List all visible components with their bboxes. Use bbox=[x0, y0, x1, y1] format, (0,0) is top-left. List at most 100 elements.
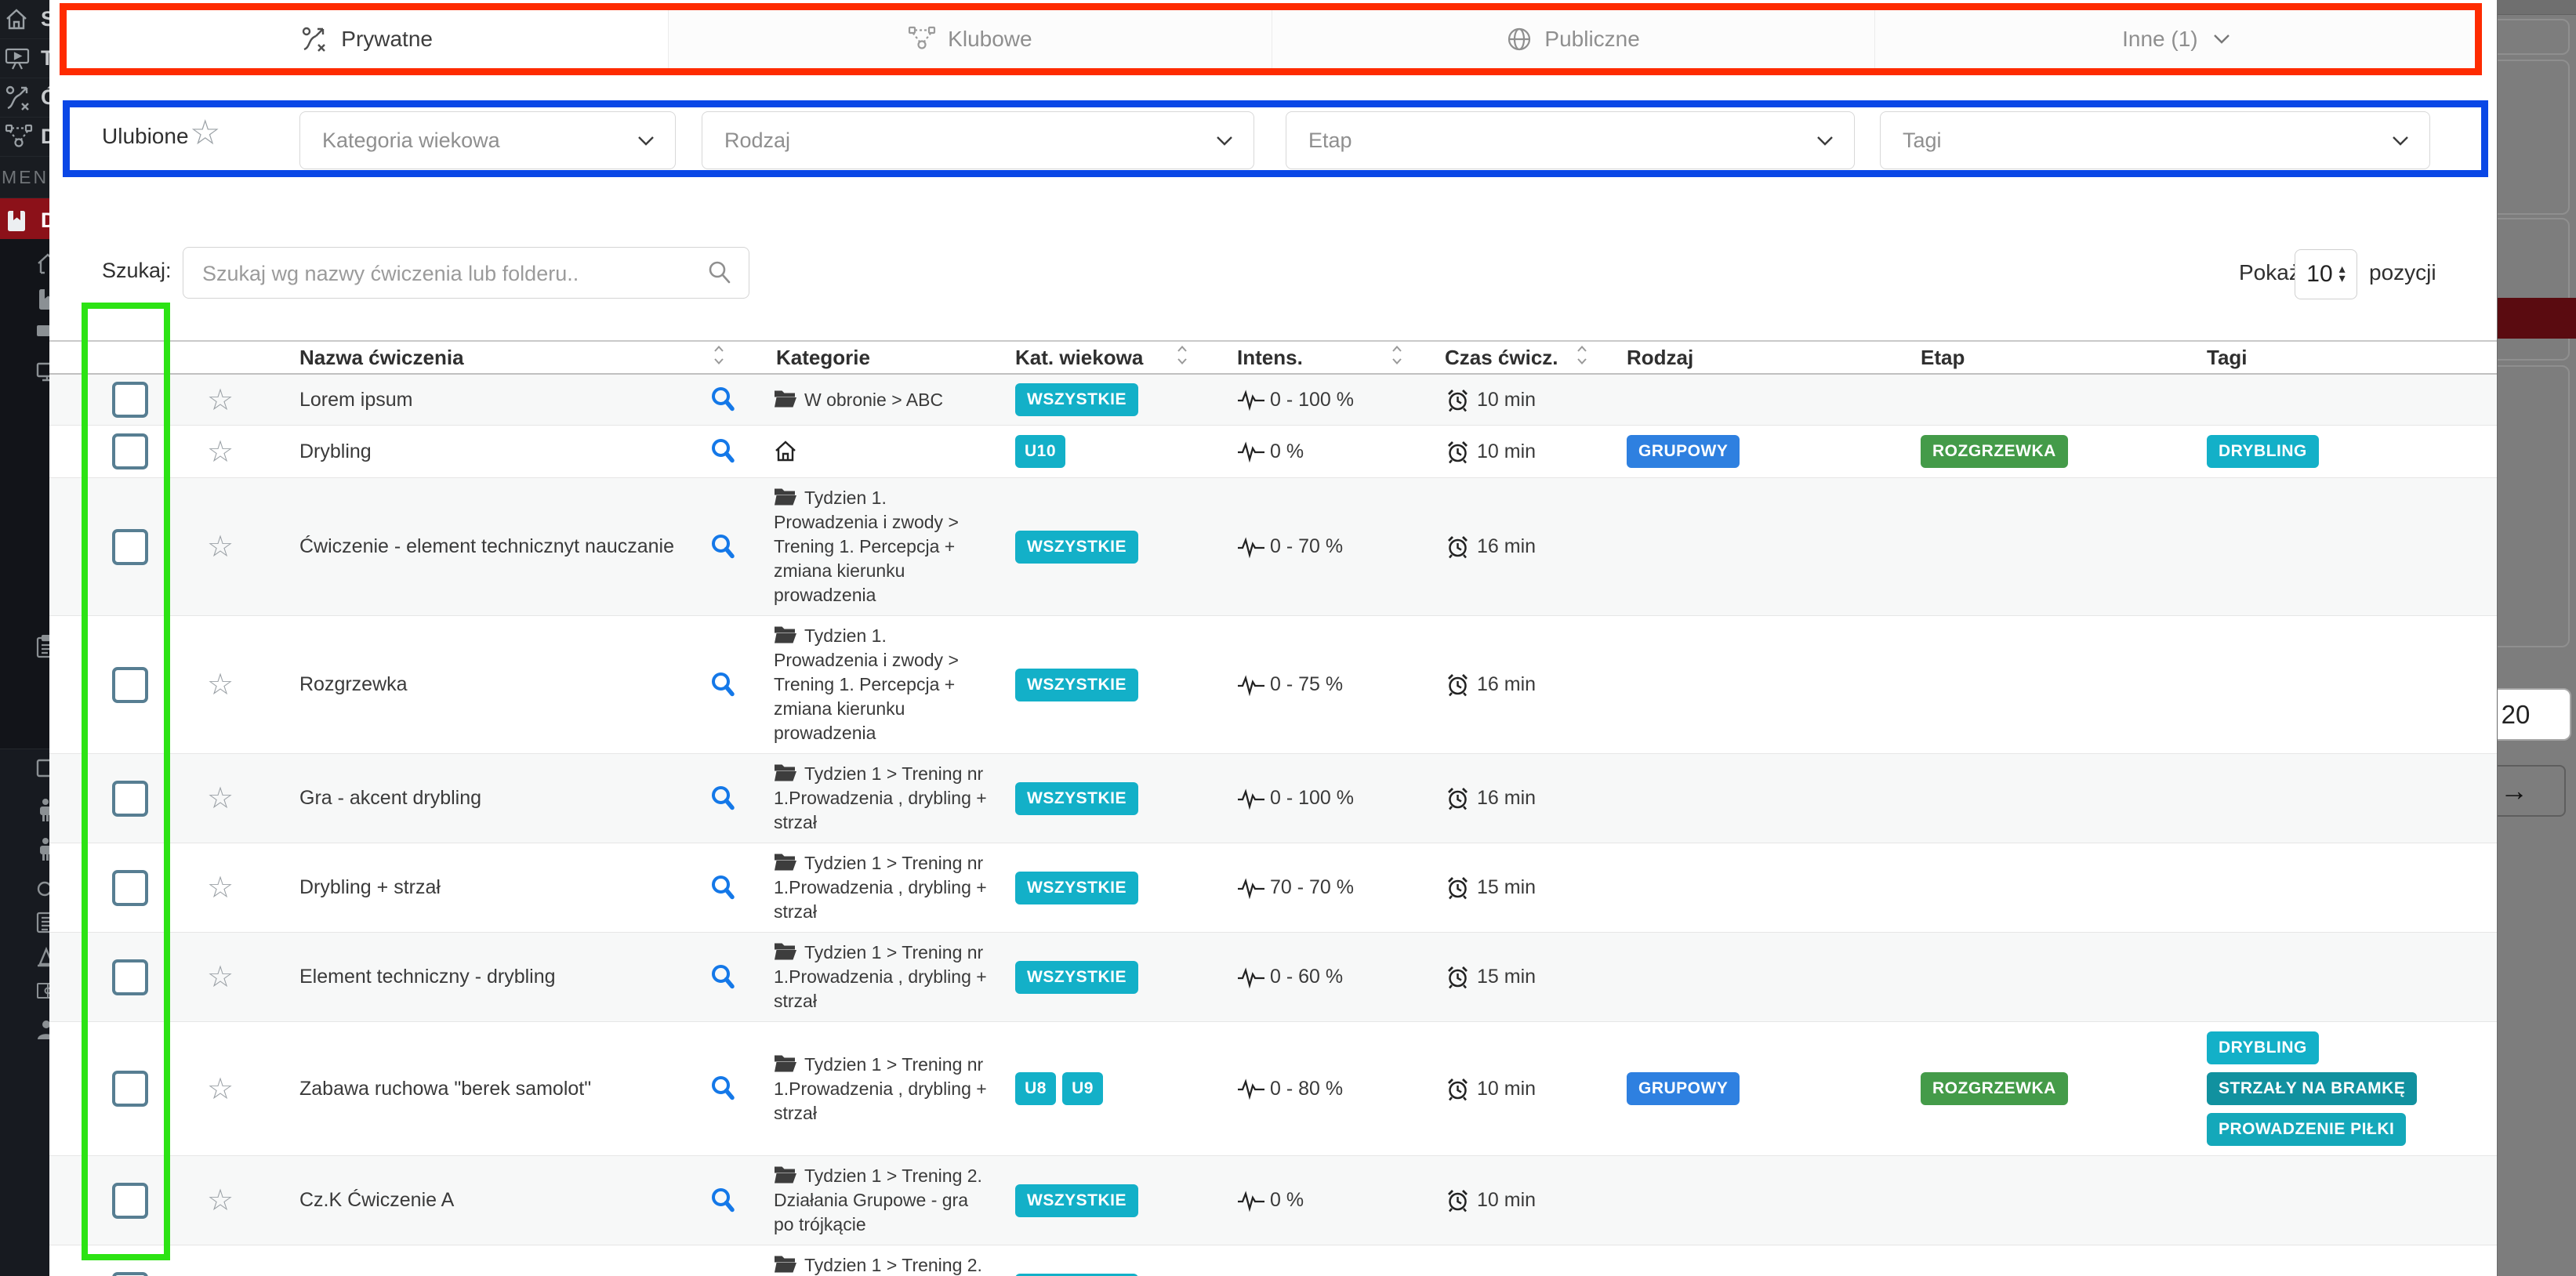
zoom-preview-icon[interactable] bbox=[709, 671, 738, 699]
favorite-star-icon[interactable]: ☆ bbox=[207, 1183, 234, 1218]
sort-icon[interactable] bbox=[713, 344, 725, 372]
sidebar-item-active[interactable]: D bbox=[0, 198, 49, 243]
preview-cell bbox=[690, 1187, 756, 1215]
underlay-panel bbox=[2497, 365, 2570, 647]
intensity-value: 0 - 75 % bbox=[1270, 673, 1343, 696]
whiteboard-icon[interactable] bbox=[36, 759, 49, 778]
sidebar-item-start[interactable]: S bbox=[0, 0, 49, 39]
category-path: W obronie > ABC bbox=[804, 390, 943, 410]
sidebar-item-trainings[interactable]: T bbox=[0, 39, 49, 78]
cone-icon[interactable] bbox=[36, 947, 49, 967]
type-select[interactable]: Rodzaj bbox=[702, 111, 1254, 169]
favorite-star-icon[interactable]: ☆ bbox=[207, 959, 234, 995]
intensity-value: 0 - 100 % bbox=[1270, 787, 1354, 810]
favorite-star-icon[interactable]: ☆ bbox=[207, 529, 234, 564]
table-header: Nazwa ćwiczenia Kategorie Kat. wiekowa I… bbox=[49, 340, 2498, 375]
favorite-star-icon[interactable]: ☆ bbox=[207, 667, 234, 702]
person-icon[interactable] bbox=[36, 837, 49, 861]
zoom-preview-icon[interactable] bbox=[709, 963, 738, 991]
preview-cell bbox=[690, 437, 756, 466]
tab-klubowe[interactable]: Klubowe bbox=[668, 8, 1271, 72]
underlay-next-button[interactable]: → bbox=[2497, 765, 2566, 817]
star-cell: ☆ bbox=[174, 1183, 263, 1218]
time-cell: 16 min bbox=[1419, 534, 1607, 560]
sidebar-item-label: Ć bbox=[41, 85, 49, 110]
row-checkbox[interactable] bbox=[112, 433, 148, 469]
sidebar-item-exercises[interactable]: Ć bbox=[0, 78, 49, 118]
badge-wszystkie: WSZYSTKIE bbox=[1015, 383, 1138, 416]
exercise-table: Nazwa ćwiczenia Kategorie Kat. wiekowa I… bbox=[49, 340, 2498, 1276]
badge-drybling: DRYBLING bbox=[2207, 1031, 2319, 1064]
house-icon[interactable] bbox=[36, 252, 49, 276]
badge-strza-y-na-bramk-: STRZAŁY NA BRAMKĘ bbox=[2207, 1072, 2417, 1105]
sort-icon[interactable] bbox=[1391, 344, 1403, 372]
col-header-age[interactable]: Kat. wiekowa bbox=[996, 342, 1192, 373]
age-category-select[interactable]: Kategoria wiekowa bbox=[299, 111, 676, 169]
row-checkbox[interactable] bbox=[112, 1183, 148, 1219]
stage-select[interactable]: Etap bbox=[1286, 111, 1855, 169]
table-row: ☆Cz.K Ćwiczenie ATydzien 1 > Trening 2. … bbox=[49, 1156, 2498, 1245]
favorite-star-icon[interactable]: ☆ bbox=[207, 1272, 234, 1276]
clipboard-icon[interactable] bbox=[36, 635, 49, 658]
intensity-icon bbox=[1237, 388, 1265, 411]
preview-cell bbox=[690, 874, 756, 902]
tags-select[interactable]: Tagi bbox=[1880, 111, 2430, 169]
person-icon[interactable] bbox=[36, 798, 49, 821]
zoom-preview-icon[interactable] bbox=[709, 1075, 738, 1103]
clock-icon bbox=[1445, 964, 1471, 990]
intensity-icon bbox=[1237, 876, 1265, 900]
page-size-input[interactable]: 10 ▴▾ bbox=[2295, 249, 2357, 299]
star-cell: ☆ bbox=[174, 382, 263, 418]
search-input[interactable] bbox=[201, 248, 698, 299]
favorite-star-icon[interactable]: ☆ bbox=[207, 1071, 234, 1107]
zoom-preview-icon[interactable] bbox=[709, 874, 738, 902]
sort-icon[interactable] bbox=[1576, 344, 1588, 372]
favorite-star-icon[interactable]: ☆ bbox=[207, 781, 234, 816]
sort-icon[interactable] bbox=[1176, 344, 1188, 372]
row-checkbox[interactable] bbox=[112, 959, 148, 995]
row-checkbox[interactable] bbox=[112, 529, 148, 565]
zoom-preview-icon[interactable] bbox=[709, 533, 738, 561]
categories-cell: Tydzien 1 > Trening nr 1.Prowadzenia , d… bbox=[756, 1045, 996, 1133]
zoom-preview-icon[interactable] bbox=[709, 1187, 738, 1215]
badge-u10: U10 bbox=[1015, 435, 1065, 468]
book-icon[interactable] bbox=[36, 288, 49, 311]
zoom-preview-icon[interactable] bbox=[709, 386, 738, 414]
pitch-icon[interactable] bbox=[36, 982, 49, 999]
row-checkbox[interactable] bbox=[112, 870, 148, 906]
zoom-preview-icon[interactable] bbox=[709, 437, 738, 466]
underlay-number-input[interactable]: 20 bbox=[2497, 688, 2571, 741]
list-icon[interactable] bbox=[36, 912, 49, 933]
monitor-icon[interactable] bbox=[36, 362, 49, 382]
col-header-name[interactable]: Nazwa ćwiczenia bbox=[263, 342, 756, 373]
row-checkbox[interactable] bbox=[112, 1272, 148, 1276]
table-row: ☆Ćwiczenie - element technicznyt nauczan… bbox=[49, 478, 2498, 616]
badge-u9: U9 bbox=[1062, 1072, 1103, 1105]
table-row: ☆Zabawa ruchowa "berek samolot"Tydzien 1… bbox=[49, 1022, 2498, 1156]
tab-publiczne[interactable]: Publiczne bbox=[1272, 8, 1874, 72]
col-header-time[interactable]: Czas ćwicz. bbox=[1419, 342, 1607, 373]
whistle-icon[interactable] bbox=[36, 876, 49, 897]
page-size-stepper[interactable]: ▴▾ bbox=[2339, 265, 2346, 285]
col-header-label: Etap bbox=[1921, 346, 1965, 370]
favorite-star-icon[interactable]: ☆ bbox=[207, 870, 234, 905]
camera-icon[interactable] bbox=[36, 321, 49, 340]
zoom-preview-icon[interactable] bbox=[709, 785, 738, 813]
favorites-star-icon[interactable]: ☆ bbox=[190, 113, 220, 153]
row-checkbox[interactable] bbox=[112, 781, 148, 817]
intensity-value: 0 - 80 % bbox=[1270, 1078, 1343, 1100]
user-icon[interactable] bbox=[36, 1019, 49, 1039]
favorite-star-icon[interactable]: ☆ bbox=[207, 434, 234, 469]
tab-inne-dropdown[interactable]: Inne (1) bbox=[1874, 8, 2477, 72]
tab-prywatne[interactable]: Prywatne bbox=[66, 8, 668, 72]
favorite-star-icon[interactable]: ☆ bbox=[207, 382, 234, 418]
stepper-down-icon[interactable]: ▾ bbox=[2339, 274, 2346, 284]
row-checkbox[interactable] bbox=[112, 382, 148, 418]
intensity-cell: 0 - 70 % bbox=[1192, 535, 1419, 559]
row-checkbox[interactable] bbox=[112, 1071, 148, 1107]
folder-icon bbox=[774, 763, 804, 785]
col-header-intensity[interactable]: Intens. bbox=[1192, 342, 1419, 373]
row-checkbox[interactable] bbox=[112, 667, 148, 703]
tab-label: Publiczne bbox=[1544, 27, 1639, 52]
sidebar-item-team[interactable]: D bbox=[0, 118, 49, 157]
